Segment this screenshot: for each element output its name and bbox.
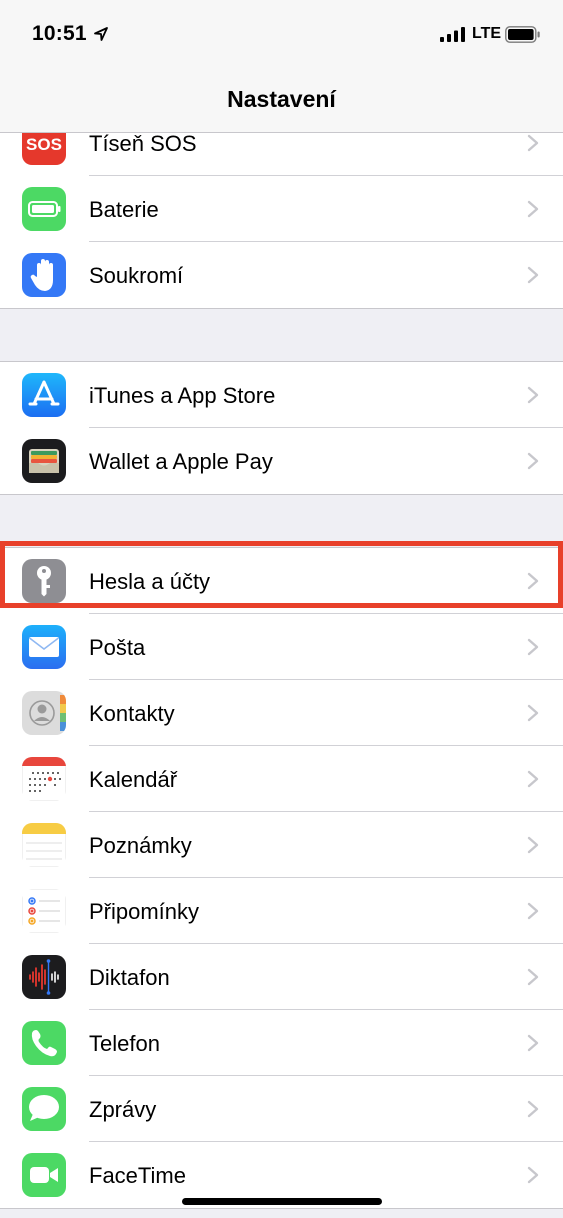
settings-row-itunes-app-store[interactable]: iTunes a App Store — [0, 362, 563, 428]
settings-row-notes[interactable]: Poznámky — [0, 812, 563, 878]
row-label: Zprávy — [89, 1097, 157, 1122]
row-label: iTunes a App Store — [89, 383, 276, 408]
chevron-right-icon — [527, 1166, 539, 1184]
voice-memo-icon — [22, 955, 66, 999]
settings-row-mail[interactable]: Pošta — [0, 614, 563, 680]
notes-icon — [22, 823, 66, 867]
page-title: Nastavení — [227, 86, 336, 112]
chevron-right-icon — [527, 134, 539, 152]
chevron-right-icon — [527, 902, 539, 920]
location-arrow-icon — [94, 27, 108, 41]
wallet-icon — [22, 439, 66, 483]
settings-row-wallet[interactable]: Wallet a Apple Pay — [0, 428, 563, 494]
cellular-signal-icon — [440, 27, 465, 42]
row-label: Tíseň SOS — [89, 131, 197, 156]
chevron-right-icon — [527, 572, 539, 590]
network-type: LTE — [472, 25, 502, 42]
chevron-right-icon — [527, 1034, 539, 1052]
navigation-bar: Nastavení — [0, 70, 563, 133]
row-label: Kontakty — [89, 701, 175, 726]
home-indicator[interactable] — [182, 1198, 382, 1205]
settings-row-passwords-accounts[interactable]: Hesla a účty — [0, 548, 563, 614]
settings-row-phone[interactable]: Telefon — [0, 1010, 563, 1076]
row-label: Telefon — [89, 1031, 160, 1056]
settings-group-store: iTunes a App Store Wallet a Apple Pay — [0, 361, 563, 495]
settings-row-battery[interactable]: Baterie — [0, 176, 563, 242]
battery-status-icon — [505, 26, 540, 43]
svg-text:SOS: SOS — [26, 135, 62, 154]
chevron-right-icon — [527, 770, 539, 788]
chevron-right-icon — [527, 968, 539, 986]
settings-row-contacts[interactable]: Kontakty — [0, 680, 563, 746]
chevron-right-icon — [527, 386, 539, 404]
chevron-right-icon — [527, 200, 539, 218]
settings-group-apps: Hesla a účty Pošta Kontakty Kalendář Poz… — [0, 547, 563, 1209]
settings-row-voice-memos[interactable]: Diktafon — [0, 944, 563, 1010]
settings-list: SOS Tíseň SOS Baterie Soukromí iTunes a … — [0, 110, 563, 1209]
row-label: Baterie — [89, 197, 159, 222]
row-label: Hesla a účty — [89, 569, 211, 594]
row-label: Připomínky — [89, 899, 200, 924]
chevron-right-icon — [527, 836, 539, 854]
settings-row-messages[interactable]: Zprávy — [0, 1076, 563, 1142]
phone-icon — [22, 1021, 66, 1065]
mail-icon — [22, 625, 66, 669]
chevron-right-icon — [527, 704, 539, 722]
settings-group-system: SOS Tíseň SOS Baterie Soukromí — [0, 110, 563, 309]
settings-row-reminders[interactable]: Připomínky — [0, 878, 563, 944]
row-label: Soukromí — [89, 263, 184, 288]
settings-row-calendar[interactable]: Kalendář — [0, 746, 563, 812]
facetime-icon — [22, 1153, 66, 1197]
app-store-icon — [22, 373, 66, 417]
row-label: Pošta — [89, 635, 146, 660]
chevron-right-icon — [527, 452, 539, 470]
row-label: Kalendář — [89, 767, 178, 792]
status-bar: 10:51 LTE — [0, 0, 563, 70]
row-label: Wallet a Apple Pay — [89, 449, 273, 474]
reminders-icon — [22, 889, 66, 933]
chevron-right-icon — [527, 638, 539, 656]
battery-icon — [22, 187, 66, 231]
chevron-right-icon — [527, 266, 539, 284]
key-icon — [22, 559, 66, 603]
messages-icon — [22, 1087, 66, 1131]
hand-icon — [22, 253, 66, 297]
row-label: FaceTime — [89, 1163, 186, 1188]
calendar-icon — [22, 757, 66, 801]
settings-row-privacy[interactable]: Soukromí — [0, 242, 563, 308]
row-label: Poznámky — [89, 833, 192, 858]
status-time: 10:51 — [32, 22, 87, 45]
contacts-icon — [22, 691, 66, 735]
row-label: Diktafon — [89, 965, 170, 990]
chevron-right-icon — [527, 1100, 539, 1118]
